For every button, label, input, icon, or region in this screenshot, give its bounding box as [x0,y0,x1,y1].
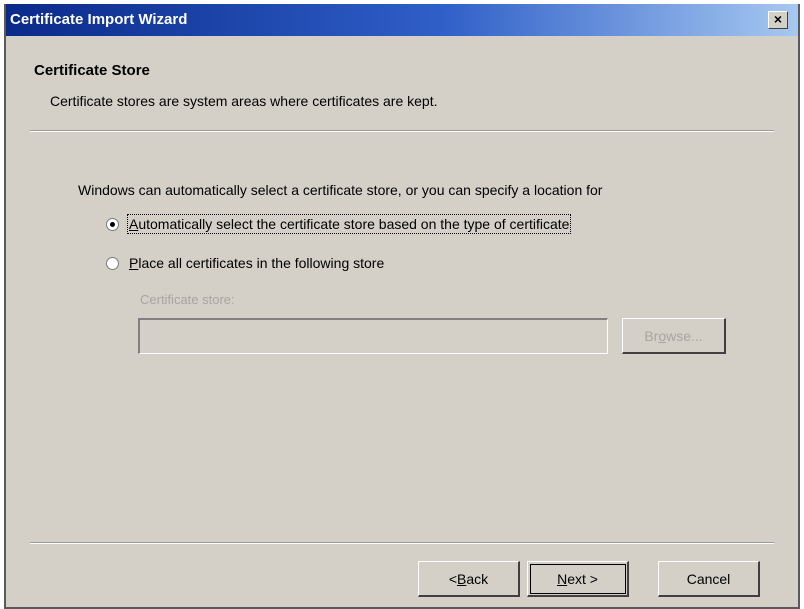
title-bar[interactable]: Certificate Import Wizard × [6,4,798,36]
certificate-store-field [138,318,608,354]
intro-text: Windows can automatically select a certi… [78,182,603,198]
page-description: Certificate stores are system areas wher… [50,93,438,109]
back-button[interactable]: < Back [418,561,520,597]
radio-place-all[interactable] [106,256,119,270]
next-button[interactable]: Next > [527,561,629,597]
wizard-header: Certificate Store Certificate stores are… [6,36,798,132]
page-title: Certificate Store [34,62,150,79]
option-place-all-label: Place all certificates in the following … [129,255,385,271]
close-icon: × [773,11,783,27]
option-place-all[interactable]: Place all certificates in the following … [106,255,384,271]
browse-button[interactable]: Br o wse... [622,318,726,354]
header-divider [30,130,774,132]
radio-automatic[interactable] [106,217,119,231]
option-automatic[interactable]: Automatically select the certificate sto… [106,214,572,234]
cancel-button[interactable]: Cancel [658,561,760,597]
option-automatic-label: Automatically select the certificate sto… [126,214,572,234]
window-title: Certificate Import Wizard [10,11,188,28]
close-button[interactable]: × [768,11,788,29]
certificate-store-label: Certificate store: [140,292,235,307]
footer-divider [30,542,774,544]
certificate-import-wizard-window: Certificate Import Wizard × Certificate … [4,4,800,609]
